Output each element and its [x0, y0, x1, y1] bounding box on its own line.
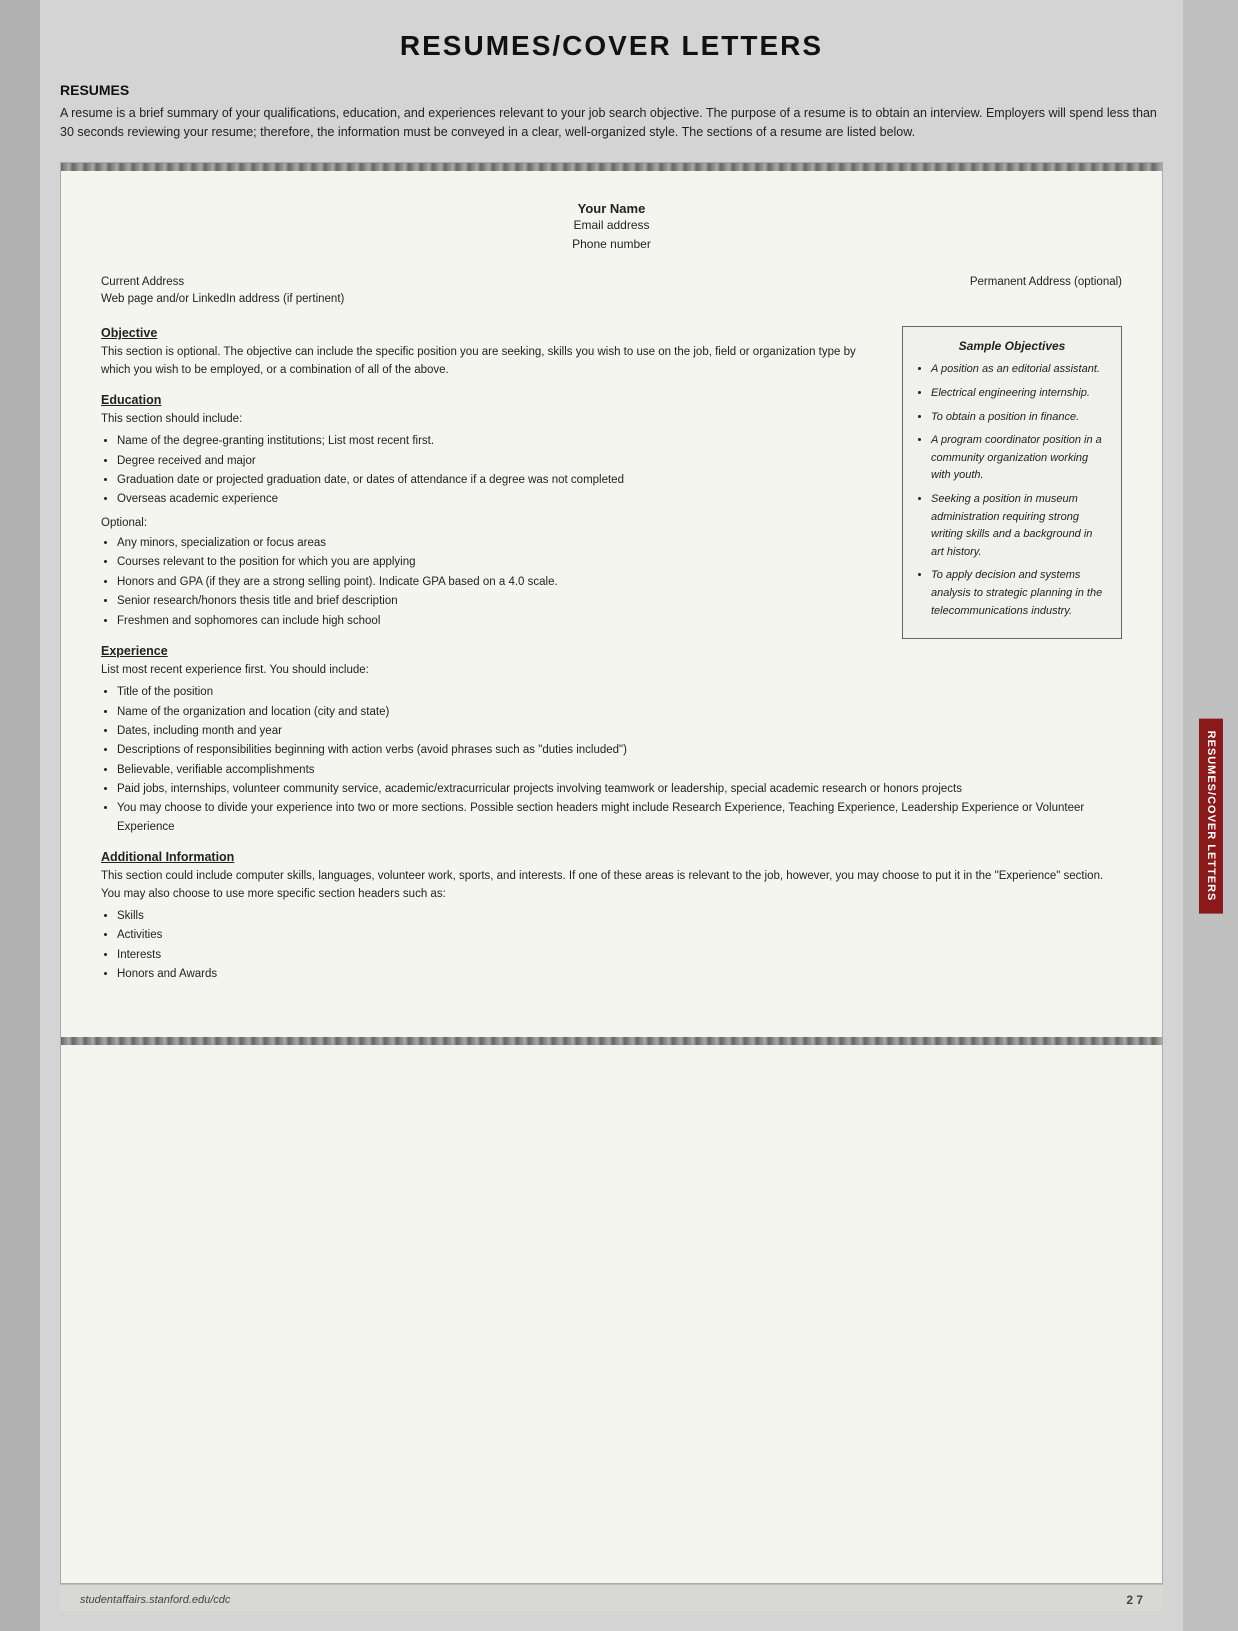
list-item: Degree received and major [117, 452, 886, 470]
left-border [0, 0, 40, 1631]
sample-objective-item: A position as an editorial assistant. [931, 361, 1107, 379]
objective-title: Objective [101, 326, 886, 340]
education-title: Education [101, 393, 886, 407]
list-item: Skills [117, 907, 1122, 925]
document-inner: Your Name Email address Phone number Cur… [61, 171, 1162, 1038]
objective-text: This section is optional. The objective … [101, 344, 886, 379]
list-item: Activities [117, 926, 1122, 944]
list-item: Overseas academic experience [117, 490, 886, 508]
list-item: Honors and Awards [117, 965, 1122, 983]
sample-objective-item: To obtain a position in finance. [931, 409, 1107, 427]
experience-title: Experience [101, 644, 1122, 658]
education-list: Name of the degree-granting institutions… [101, 432, 886, 509]
sample-objective-item: Seeking a position in museum administrat… [931, 491, 1107, 561]
additional-title: Additional Information [101, 850, 1122, 864]
permanent-address: Permanent Address (optional) [970, 274, 1122, 291]
sample-objective-item: Electrical engineering internship. [931, 385, 1107, 403]
main-content: RESUMES/COVER LETTERS RESUMES A resume i… [40, 0, 1183, 1631]
list-item: Freshmen and sophomores can include high… [117, 612, 886, 630]
resumes-intro: A resume is a brief summary of your qual… [60, 104, 1163, 142]
sidebar-label: RESUMES/COVER LETTERS [1199, 718, 1223, 913]
sample-objective-item: To apply decision and systems analysis t… [931, 567, 1107, 620]
doc-top-border [61, 163, 1162, 171]
resume-phone: Phone number [101, 235, 1122, 254]
resumes-heading: RESUMES [60, 82, 1163, 98]
optional-list: Any minors, specialization or focus area… [101, 534, 886, 630]
web-address: Web page and/or LinkedIn address (if per… [101, 291, 344, 308]
objective-layout: Objective This section is optional. The … [101, 326, 1122, 644]
page-wrapper: RESUMES/COVER LETTERS RESUMES A resume i… [0, 0, 1238, 1631]
objective-section: Objective This section is optional. The … [101, 326, 886, 379]
optional-label: Optional: [101, 515, 886, 532]
list-item: Honors and GPA (if they are a strong sel… [117, 573, 886, 591]
experience-intro: List most recent experience first. You s… [101, 662, 1122, 679]
footer-url: studentaffairs.stanford.edu/cdc [80, 1594, 230, 1606]
sample-objectives-title: Sample Objectives [917, 339, 1107, 353]
footer-page: 2 7 [1126, 1593, 1143, 1607]
sample-objective-item: A program coordinator position in a comm… [931, 432, 1107, 485]
list-item: Dates, including month and year [117, 722, 1122, 740]
list-item: Descriptions of responsibilities beginni… [117, 741, 1122, 759]
list-item: Interests [117, 946, 1122, 964]
address-left: Current Address Web page and/or LinkedIn… [101, 274, 344, 309]
additional-section: Additional Information This section coul… [101, 850, 1122, 983]
address-row: Current Address Web page and/or LinkedIn… [101, 274, 1122, 309]
page-title: RESUMES/COVER LETTERS [60, 30, 1163, 62]
experience-section: Experience List most recent experience f… [101, 644, 1122, 836]
list-item: Paid jobs, internships, volunteer commun… [117, 780, 1122, 798]
list-item: Believable, verifiable accomplishments [117, 761, 1122, 779]
sample-objectives-list: A position as an editorial assistant. El… [917, 361, 1107, 620]
doc-footer: studentaffairs.stanford.edu/cdc 2 7 [60, 1584, 1163, 1611]
list-item: Name of the degree-granting institutions… [117, 432, 886, 450]
list-item: Any minors, specialization or focus area… [117, 534, 886, 552]
experience-list: Title of the position Name of the organi… [101, 683, 1122, 836]
address-right: Permanent Address (optional) [970, 274, 1122, 309]
resume-email: Email address [101, 216, 1122, 235]
resume-header: Your Name Email address Phone number [101, 201, 1122, 254]
objective-left: Objective This section is optional. The … [101, 326, 886, 644]
additional-text: This section could include computer skil… [101, 868, 1122, 903]
list-item: Title of the position [117, 683, 1122, 701]
list-item: Courses relevant to the position for whi… [117, 553, 886, 571]
list-item: Graduation date or projected graduation … [117, 471, 886, 489]
current-address: Current Address [101, 274, 344, 291]
resume-name: Your Name [101, 201, 1122, 216]
doc-bottom-border [61, 1037, 1162, 1045]
right-sidebar: RESUMES/COVER LETTERS [1183, 0, 1238, 1631]
education-intro: This section should include: [101, 411, 886, 428]
list-item: You may choose to divide your experience… [117, 799, 1122, 836]
list-item: Senior research/honors thesis title and … [117, 592, 886, 610]
document-box: Your Name Email address Phone number Cur… [60, 162, 1163, 1585]
sample-objectives-box: Sample Objectives A position as an edito… [902, 326, 1122, 639]
list-item: Name of the organization and location (c… [117, 703, 1122, 721]
additional-list: Skills Activities Interests Honors and A… [101, 907, 1122, 984]
education-section: Education This section should include: N… [101, 393, 886, 630]
